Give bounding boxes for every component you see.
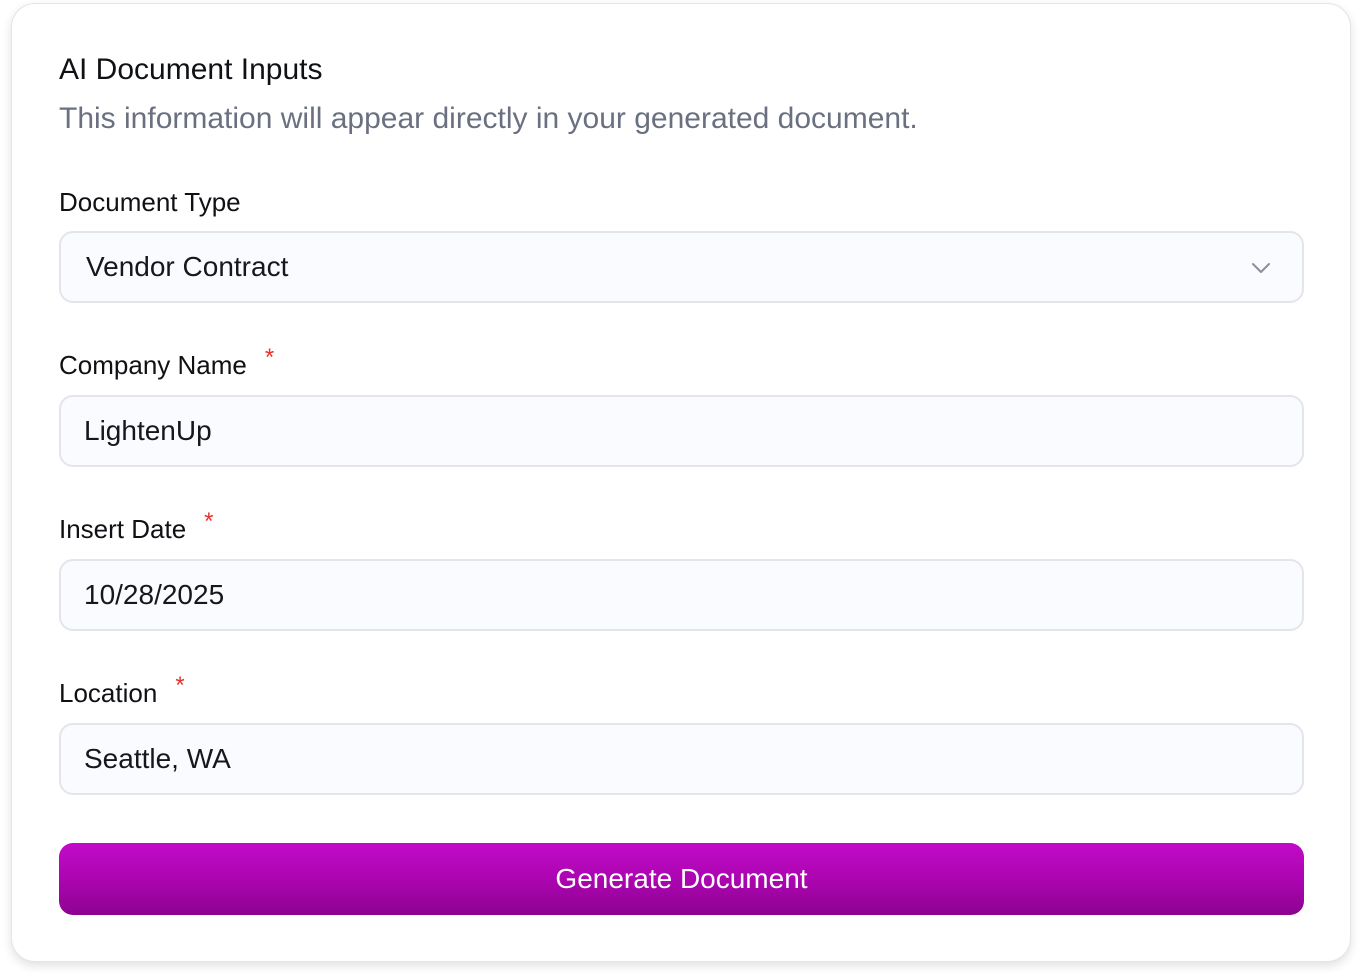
generate-document-label: Generate Document [555, 863, 808, 894]
document-type-label: Document Type [59, 185, 241, 219]
required-asterisk: * [264, 344, 275, 371]
company-name-value: LightenUp [84, 415, 212, 446]
location-input[interactable]: Seattle, WA [59, 723, 1304, 795]
insert-date-label: Insert Date * [59, 508, 214, 546]
location-value: Seattle, WA [84, 743, 231, 774]
company-name-input[interactable]: LightenUp [59, 395, 1304, 467]
document-inputs-card: AI Document Inputs This information will… [11, 3, 1351, 962]
card-subtitle: This information will appear directly in… [59, 102, 918, 135]
insert-date-input[interactable]: 10/28/2025 [59, 559, 1304, 631]
card-title: AI Document Inputs [59, 53, 323, 86]
location-label: Location * [59, 672, 185, 710]
insert-date-label-text: Insert Date [59, 514, 187, 544]
insert-date-value: 10/28/2025 [84, 579, 225, 610]
company-name-label-text: Company Name [59, 350, 247, 380]
location-label-text: Location [59, 678, 158, 708]
company-name-label: Company Name * [59, 344, 275, 382]
document-type-select[interactable]: Vendor Contract [59, 231, 1304, 303]
required-asterisk: * [175, 672, 185, 699]
chevron-down-icon [1252, 263, 1270, 273]
generate-document-button[interactable]: Generate Document [59, 843, 1304, 915]
required-asterisk: * [204, 508, 214, 535]
document-type-label-text: Document Type [59, 187, 241, 217]
document-type-value: Vendor Contract [86, 251, 289, 282]
